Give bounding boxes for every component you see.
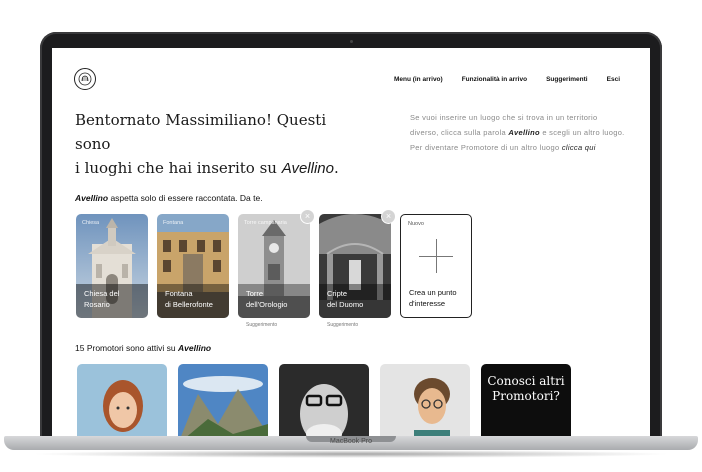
promoters-section-city: Avellino — [178, 343, 212, 353]
intro-city-link[interactable]: Avellino — [508, 128, 540, 137]
intro-click-here-link[interactable]: clicca qui — [562, 143, 596, 152]
nav-item-suggestions[interactable]: Suggerimenti — [546, 76, 588, 83]
promoter-card-4[interactable] — [380, 364, 470, 436]
promoter-card-3[interactable] — [279, 364, 369, 436]
camera-icon — [350, 40, 353, 43]
page-title: Bentornato Massimiliano! Questi sono i l… — [75, 108, 355, 181]
promoters-section-title: 15 Promotori sono attivi su Avellino — [75, 343, 212, 353]
suggestion-label: Suggerimento — [246, 322, 278, 328]
place-card-title: Torre dell'Orologio — [246, 289, 288, 309]
nav-item-features[interactable]: Funzionalità in arrivo — [462, 76, 527, 83]
place-card-title: Cripte del Duomo — [327, 289, 364, 309]
create-place-label: Crea un punto d'interesse — [409, 288, 457, 308]
promoter-card-1[interactable] — [77, 364, 167, 436]
page-title-line2: i luoghi che hai inserito su Avellino. — [75, 159, 339, 177]
page-title-line1: Bentornato Massimiliano! Questi sono — [75, 111, 327, 153]
place-card-title: Chiesa del Rosario — [84, 289, 120, 309]
place-card-fontana[interactable]: Fontana Fontana di Bellerofonte — [157, 214, 229, 318]
place-card-tag: Fontana — [163, 220, 184, 226]
intro-text: Se vuoi inserire un luogo che si trova i… — [410, 113, 625, 152]
laptop-shadow — [30, 450, 672, 458]
screen: Menu (in arrivo) Funzionalità in arrivo … — [52, 48, 650, 436]
place-card-torre[interactable]: Torre campanaria Torre dell'Orologio — [238, 214, 310, 318]
new-card-tag: Nuovo — [408, 221, 424, 227]
logo-icon[interactable] — [74, 68, 96, 90]
device-label: MacBook Pro — [329, 438, 373, 445]
top-nav: Menu (in arrivo) Funzionalità in arrivo … — [394, 76, 620, 83]
nav-item-menu[interactable]: Menu (in arrivo) — [394, 76, 443, 83]
create-place-card[interactable]: Nuovo Crea un punto d'interesse — [400, 214, 472, 318]
place-card-tag: Chiesa — [82, 220, 100, 226]
places-section-city: Avellino — [75, 193, 109, 203]
page-title-city: Avellino — [281, 160, 334, 177]
place-card-title: Fontana di Bellerofonte — [165, 289, 213, 309]
suggestion-label: Suggerimento — [327, 322, 359, 328]
places-section-title: Avellino aspetta solo di essere racconta… — [75, 193, 263, 203]
discover-promoters-button[interactable]: Conosci altri Promotori? — [481, 364, 571, 436]
place-card-chiesa[interactable]: Chiesa Chiesa del Rosario — [76, 214, 148, 318]
place-card-tag: Torre campanaria — [244, 220, 287, 226]
place-card-cripte[interactable]: Cripte del Duomo — [319, 214, 391, 318]
nav-item-logout[interactable]: Esci — [607, 76, 620, 83]
plus-icon-vertical — [436, 239, 437, 273]
promoter-card-2[interactable] — [178, 364, 268, 436]
